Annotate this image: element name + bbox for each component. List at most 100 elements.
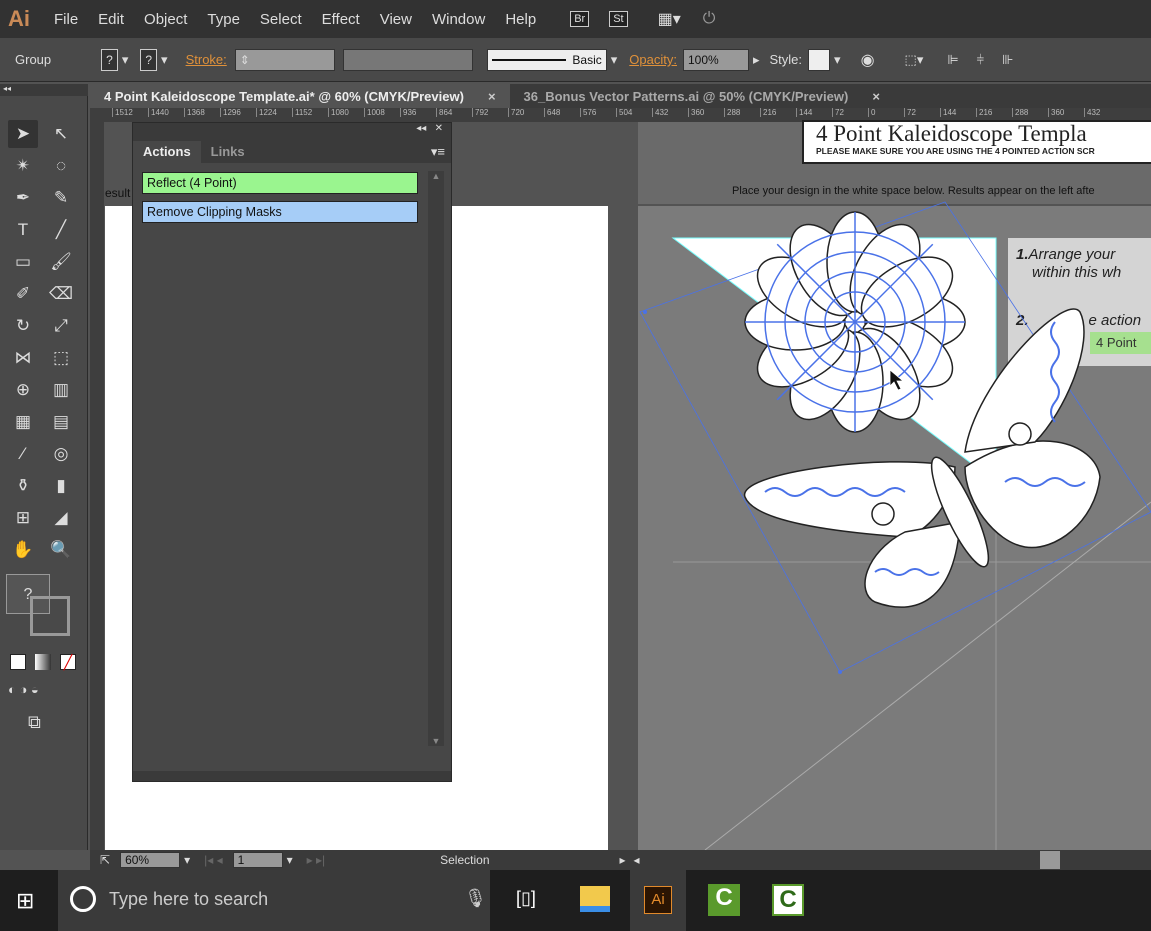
none-mode-icon[interactable]: ╱ — [60, 654, 76, 670]
blend-tool-icon[interactable]: ◎ — [46, 440, 76, 468]
eraser-tool-icon[interactable]: ⌫ — [46, 280, 76, 308]
panel-resize-handle[interactable] — [133, 771, 451, 781]
slice-tool-icon[interactable]: ◢ — [46, 504, 76, 532]
chevron-down-icon[interactable]: ▾ — [834, 52, 841, 68]
lasso-tool-icon[interactable]: ◌ — [46, 152, 76, 180]
chevron-down-icon[interactable]: ▾ — [161, 52, 168, 68]
horizontal-scrollbar-thumb[interactable] — [1039, 851, 1060, 869]
rectangle-tool-icon[interactable]: ▭ — [8, 248, 38, 276]
opacity-input[interactable]: 100% — [682, 48, 749, 71]
symbol-sprayer-tool-icon[interactable]: ⚱ — [8, 472, 38, 500]
next-artboard-icon[interactable]: ▸ ▸| — [307, 853, 326, 867]
menu-type[interactable]: Type — [207, 11, 240, 28]
style-swatch[interactable] — [808, 48, 831, 71]
type-tool-icon[interactable]: T — [8, 216, 38, 244]
action-reflect-4-point[interactable]: Reflect (4 Point) — [142, 172, 418, 194]
file-explorer-icon[interactable] — [580, 886, 610, 912]
direct-selection-tool-icon[interactable]: ↖ — [46, 120, 76, 148]
panel-scrollbar[interactable]: ▲ ▼ — [428, 171, 444, 746]
menu-object[interactable]: Object — [144, 11, 187, 28]
collapse-icon[interactable]: ◂◂ — [0, 84, 88, 96]
collapse-panel-icon[interactable]: ◂◂ — [416, 123, 426, 134]
screen-mode-icon[interactable]: ⧉ — [28, 712, 41, 733]
align-right-icon[interactable]: ⊪ — [1002, 52, 1013, 68]
anchor-point[interactable] — [643, 310, 647, 314]
recolor-icon[interactable]: ◉ — [861, 50, 875, 70]
tab-vector-patterns[interactable]: 36_Bonus Vector Patterns.ai @ 50% (CMYK/… — [510, 84, 894, 108]
artboard-select[interactable]: 1 — [232, 852, 283, 868]
menu-effect[interactable]: Effect — [322, 11, 360, 28]
opacity-label[interactable]: Opacity: — [629, 52, 677, 67]
sync-icon[interactable]: ⏻ — [703, 10, 716, 28]
stroke-label[interactable]: Stroke: — [186, 52, 227, 67]
mandala-artwork[interactable] — [744, 211, 966, 433]
workspace-layout-icon[interactable]: ▦▾ — [658, 9, 681, 29]
play-icon[interactable]: ▸ — [753, 52, 760, 68]
tab-actions[interactable]: Actions — [133, 141, 201, 163]
chevron-down-icon[interactable]: ▾ — [287, 853, 293, 867]
width-tool-icon[interactable]: ⋈ — [8, 344, 38, 372]
rotate-tool-icon[interactable]: ↻ — [8, 312, 38, 340]
hand-tool-icon[interactable]: ✋ — [8, 536, 38, 564]
stock-button[interactable]: St — [609, 11, 628, 27]
menu-select[interactable]: Select — [260, 11, 302, 28]
bridge-button[interactable]: Br — [570, 11, 590, 27]
eyedropper-tool-icon[interactable]: ⁄ — [8, 440, 38, 468]
brush-select[interactable]: Basic — [486, 48, 607, 71]
stroke-swatch[interactable]: ? — [140, 48, 158, 71]
tab-kaleidoscope-template[interactable]: 4 Point Kaleidoscope Template.ai* @ 60% … — [90, 84, 510, 108]
shape-builder-tool-icon[interactable]: ⊕ — [8, 376, 38, 404]
chevron-down-icon[interactable]: ▾ — [184, 853, 190, 867]
menu-file[interactable]: File — [54, 11, 78, 28]
menu-help[interactable]: Help — [505, 11, 536, 28]
action-remove-clipping-masks[interactable]: Remove Clipping Masks — [142, 201, 418, 223]
menu-view[interactable]: View — [380, 11, 412, 28]
anchor-point[interactable] — [838, 670, 842, 674]
selection-tool-icon[interactable]: ➤ — [8, 120, 38, 148]
artboard-tool-icon[interactable]: ⊞ — [8, 504, 38, 532]
camtasia-recorder-icon[interactable]: C — [708, 884, 740, 916]
shaper-tool-icon[interactable]: ✐ — [8, 280, 38, 308]
menu-window[interactable]: Window — [432, 11, 485, 28]
windows-start-icon[interactable]: ⊞ — [16, 888, 34, 914]
microphone-icon[interactable]: 🎙 — [464, 888, 487, 909]
tab-links[interactable]: Links — [201, 141, 255, 163]
camtasia-icon[interactable]: C — [772, 884, 804, 916]
search-box[interactable]: Type here to search 🎙 — [58, 870, 490, 931]
pen-tool-icon[interactable]: ✒ — [8, 184, 38, 212]
stroke-color-icon[interactable] — [30, 596, 70, 636]
illustrator-taskbar-button[interactable]: Ai — [630, 870, 686, 931]
free-transform-tool-icon[interactable]: ⬚ — [46, 344, 76, 372]
zoom-select[interactable]: 60% — [120, 852, 181, 868]
stroke-weight-input[interactable]: ⇕ — [234, 48, 335, 71]
graph-tool-icon[interactable]: ▥ — [46, 376, 76, 404]
align-left-icon[interactable]: ⊫ — [947, 52, 958, 68]
line-tool-icon[interactable]: ╱ — [46, 216, 76, 244]
task-view-icon[interactable]: [▯] — [516, 888, 536, 909]
close-icon[interactable]: × — [872, 89, 880, 104]
gradient-mode-icon[interactable] — [35, 654, 51, 670]
draw-mode-icon[interactable]: ◐ ◑ ◒ — [8, 682, 39, 697]
zoom-tool-icon[interactable]: 🔍 — [46, 536, 76, 564]
chevron-down-icon[interactable]: ▾ — [122, 52, 129, 68]
close-icon[interactable]: × — [488, 89, 496, 104]
curvature-tool-icon[interactable]: ✎ — [46, 184, 76, 212]
mesh-tool-icon[interactable]: ▦ — [8, 408, 38, 436]
magic-wand-tool-icon[interactable]: ✴ — [8, 152, 38, 180]
gradient-tool-icon[interactable]: ▤ — [46, 408, 76, 436]
color-mode-icon[interactable] — [10, 654, 26, 670]
panel-menu-icon[interactable]: ▾≡ — [425, 141, 451, 163]
paintbrush-tool-icon[interactable]: 🖌 — [46, 248, 76, 276]
align-center-icon[interactable]: ⫩ — [977, 52, 984, 68]
close-icon[interactable]: ✕ — [435, 123, 443, 134]
variable-width-select[interactable] — [342, 48, 473, 71]
menu-edit[interactable]: Edit — [98, 11, 124, 28]
column-graph-tool-icon[interactable]: ▮ — [46, 472, 76, 500]
fill-swatch[interactable]: ? — [101, 48, 118, 71]
status-menu-icon[interactable]: ▸ — [620, 853, 626, 867]
share-icon[interactable]: ⇱ — [100, 853, 110, 867]
scale-tool-icon[interactable]: ⤢ — [46, 312, 76, 340]
first-artboard-icon[interactable]: |◂ ◂ — [204, 853, 223, 867]
transform-icon[interactable]: ⬚▾ — [905, 52, 924, 68]
scroll-left-icon[interactable]: ◂ — [634, 853, 640, 867]
